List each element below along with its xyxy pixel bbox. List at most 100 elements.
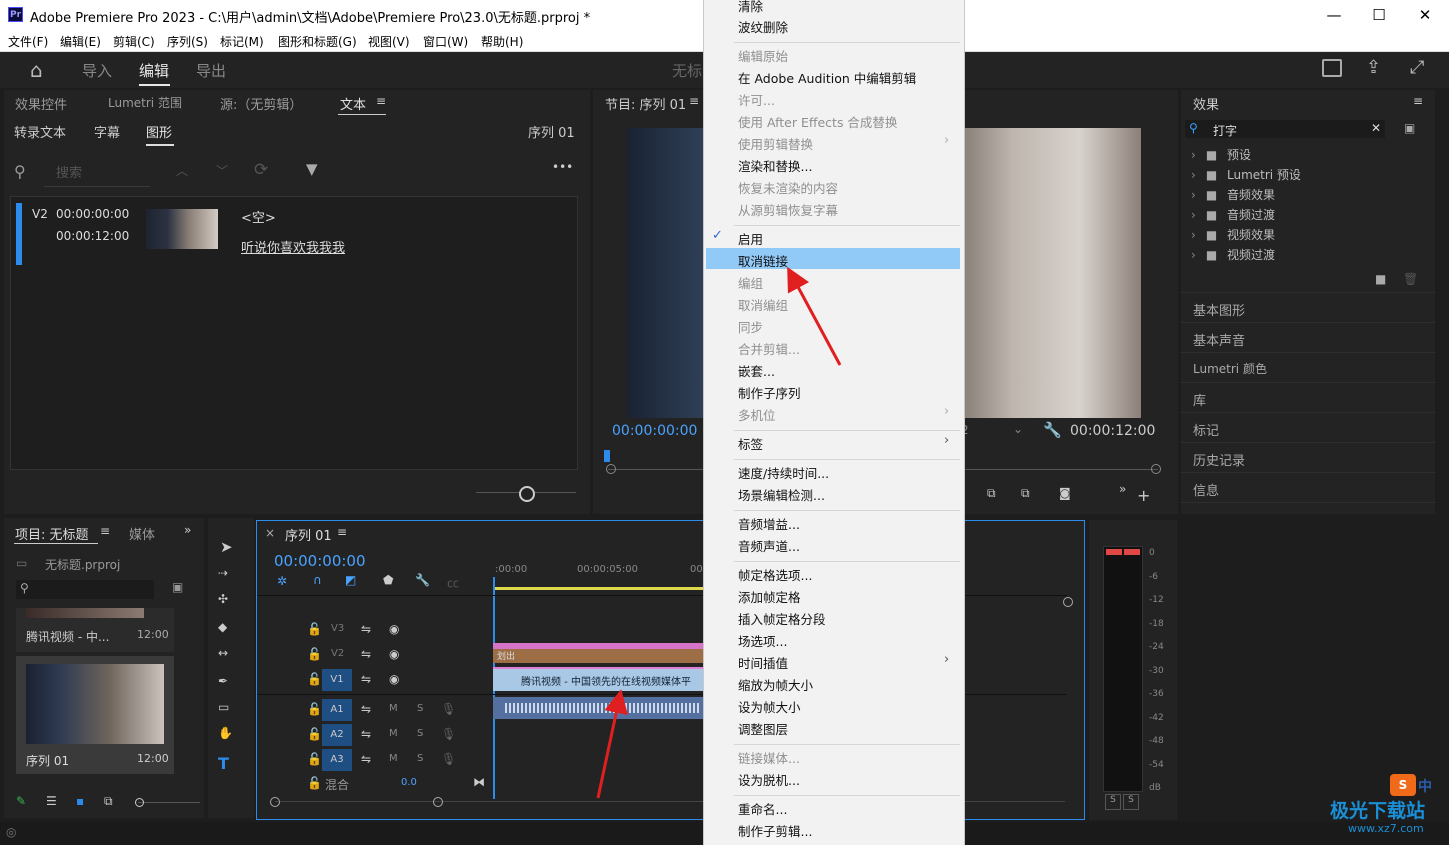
menu-item[interactable]: 调整图层	[738, 719, 788, 738]
maximize-button[interactable]: ☐	[1359, 4, 1399, 26]
work-area-bar[interactable]	[493, 587, 703, 590]
microphone-icon[interactable]: 🎙	[441, 727, 456, 741]
menu-file[interactable]: 文件(F)	[8, 33, 48, 50]
icon-view-icon[interactable]: ▪	[76, 794, 84, 808]
menu-item[interactable]: 场景编辑检测...	[738, 485, 825, 504]
vscroll-handle[interactable]	[1063, 597, 1073, 607]
tab-text[interactable]: 文本	[340, 94, 366, 113]
menu-item[interactable]: 渲染和替换...	[738, 156, 812, 175]
menu-item[interactable]: 设为脱机...	[738, 770, 800, 789]
microphone-icon[interactable]: 🎙	[441, 752, 456, 766]
chevron-down-icon[interactable]: ⌄	[1013, 422, 1023, 436]
tree-item-presets[interactable]: › ■ 预设	[1191, 146, 1421, 164]
menu-item[interactable]: 添加帧定格	[738, 587, 801, 606]
panel-info[interactable]: 信息	[1193, 480, 1219, 499]
sync-lock-icon[interactable]: ⇋	[361, 752, 371, 766]
track-target-a2[interactable]: A2	[322, 724, 352, 746]
menu-item[interactable]: 取消链接	[738, 251, 788, 270]
tab-lumetri-scopes[interactable]: Lumetri 范围	[108, 94, 182, 111]
eye-icon[interactable]: ◉	[389, 672, 399, 686]
lift-icon[interactable]: ⧉	[987, 486, 996, 501]
captions-icon[interactable]: ㏄	[447, 574, 459, 591]
mute-button[interactable]: M	[389, 753, 398, 764]
menu-clip[interactable]: 剪辑(C)	[113, 33, 155, 50]
menu-item[interactable]: 同步	[738, 317, 763, 336]
menu-item[interactable]: 恢复未渲染的内容	[738, 178, 838, 197]
menu-item[interactable]: 插入帧定格分段	[738, 609, 826, 628]
add-marker-icon[interactable]: ◩	[345, 573, 356, 587]
refresh-icon[interactable]: ⟳	[254, 160, 268, 180]
add-button-icon[interactable]: +	[1137, 486, 1150, 505]
solo-button[interactable]: S	[417, 703, 423, 714]
menu-item[interactable]: 使用 After Effects 合成替换	[738, 112, 897, 131]
close-tab-icon[interactable]: ×	[265, 526, 275, 540]
subtab-graphics[interactable]: 图形	[146, 122, 172, 141]
mix-value[interactable]: 0.0	[401, 777, 417, 788]
search-input[interactable]: 搜索	[56, 162, 82, 181]
minimize-button[interactable]: —	[1314, 4, 1354, 26]
close-button[interactable]: ✕	[1405, 4, 1445, 26]
lock-icon[interactable]: 🔓	[307, 727, 322, 741]
sync-lock-icon[interactable]: ⇋	[361, 622, 371, 636]
mute-button[interactable]: M	[389, 728, 398, 739]
program-timecode[interactable]: 00:00:00:00	[612, 423, 697, 439]
project-item[interactable]: 腾讯视频 - 中... 12:00	[16, 608, 174, 652]
home-icon[interactable]: ⌂	[30, 58, 43, 82]
scrubber-start-handle[interactable]	[606, 464, 616, 474]
linked-selection-icon[interactable]: ∩	[313, 573, 322, 587]
menu-item[interactable]: 音频增益...	[738, 514, 800, 533]
tab-edit[interactable]: 编辑	[139, 60, 169, 81]
menu-item[interactable]: 时间插值	[738, 653, 788, 672]
sync-lock-icon[interactable]: ⇋	[361, 672, 371, 686]
project-title[interactable]: 项目: 无标题	[15, 524, 89, 543]
export-frame-icon[interactable]: ◙	[1059, 486, 1071, 500]
lock-icon[interactable]: 🔓	[307, 672, 322, 686]
track-target-v1[interactable]: V1	[322, 669, 352, 691]
menu-help[interactable]: 帮助(H)	[481, 33, 523, 50]
sync-lock-icon[interactable]: ⇋	[361, 727, 371, 741]
menu-item[interactable]: 重命名...	[738, 799, 787, 818]
tab-media[interactable]: 媒体	[129, 524, 155, 543]
menu-item[interactable]: 在 Adobe Audition 中编辑剪辑	[738, 68, 916, 87]
menu-view[interactable]: 视图(V)	[368, 33, 410, 50]
hand-tool-icon[interactable]: ✋	[218, 726, 233, 740]
freeform-view-icon[interactable]: ⧉	[104, 794, 113, 809]
solo-right-button[interactable]: S	[1123, 794, 1139, 810]
creative-cloud-icon[interactable]: ◎	[6, 825, 16, 839]
effects-search-input[interactable]: ⚲ 打字 ✕	[1185, 120, 1385, 138]
solo-left-button[interactable]: S	[1105, 794, 1121, 810]
microphone-icon[interactable]: 🎙	[441, 702, 456, 716]
chevron-up-icon[interactable]: ︿	[176, 162, 188, 179]
extract-icon[interactable]: ⧉	[1021, 486, 1030, 501]
panel-essential-sound[interactable]: 基本声音	[1193, 330, 1245, 349]
menu-item[interactable]: 设为帧大小	[738, 697, 801, 716]
lock-icon[interactable]: 🔓	[307, 647, 322, 661]
zoom-bar-handle-right[interactable]	[433, 797, 443, 807]
more-options-icon[interactable]: •••	[552, 160, 573, 174]
eye-icon[interactable]: ◉	[389, 622, 399, 636]
share-icon[interactable]: ⇪	[1366, 57, 1381, 78]
new-bin-icon[interactable]: ▣	[1404, 121, 1415, 135]
menu-item[interactable]: 多机位	[738, 405, 776, 424]
playhead-marker[interactable]	[604, 450, 610, 462]
tree-item-lumetri-presets[interactable]: › ■ Lumetri 预设	[1191, 166, 1421, 184]
mix-button-icon[interactable]: ⧓	[473, 775, 485, 789]
solo-button[interactable]: S	[417, 753, 423, 764]
selection-tool-icon[interactable]: ➤	[220, 538, 233, 556]
panel-menu-icon[interactable]: ≡	[100, 524, 110, 538]
clip-a1[interactable]	[493, 697, 703, 719]
marker-icon[interactable]: ⬟	[383, 573, 393, 587]
item-text[interactable]: 听说你喜欢我我我	[241, 237, 345, 256]
chevron-down-icon[interactable]: ﹀	[216, 162, 228, 179]
menu-sequence[interactable]: 序列(S)	[167, 33, 208, 50]
sync-lock-icon[interactable]: ⇋	[361, 702, 371, 716]
panel-menu-icon[interactable]: ≡	[689, 94, 699, 108]
panel-menu-icon[interactable]: ≡	[376, 94, 386, 108]
workspaces-icon[interactable]	[1322, 59, 1342, 77]
menu-item[interactable]: 音频声道...	[738, 536, 800, 555]
track-select-tool-icon[interactable]: ⇢	[218, 566, 228, 580]
menu-item[interactable]: 编辑原始	[738, 46, 788, 65]
panel-history[interactable]: 历史记录	[1193, 450, 1245, 469]
settings-wrench-icon[interactable]: 🔧	[415, 573, 430, 587]
project-item-selected[interactable]: 序列 01 12:00	[16, 656, 174, 774]
